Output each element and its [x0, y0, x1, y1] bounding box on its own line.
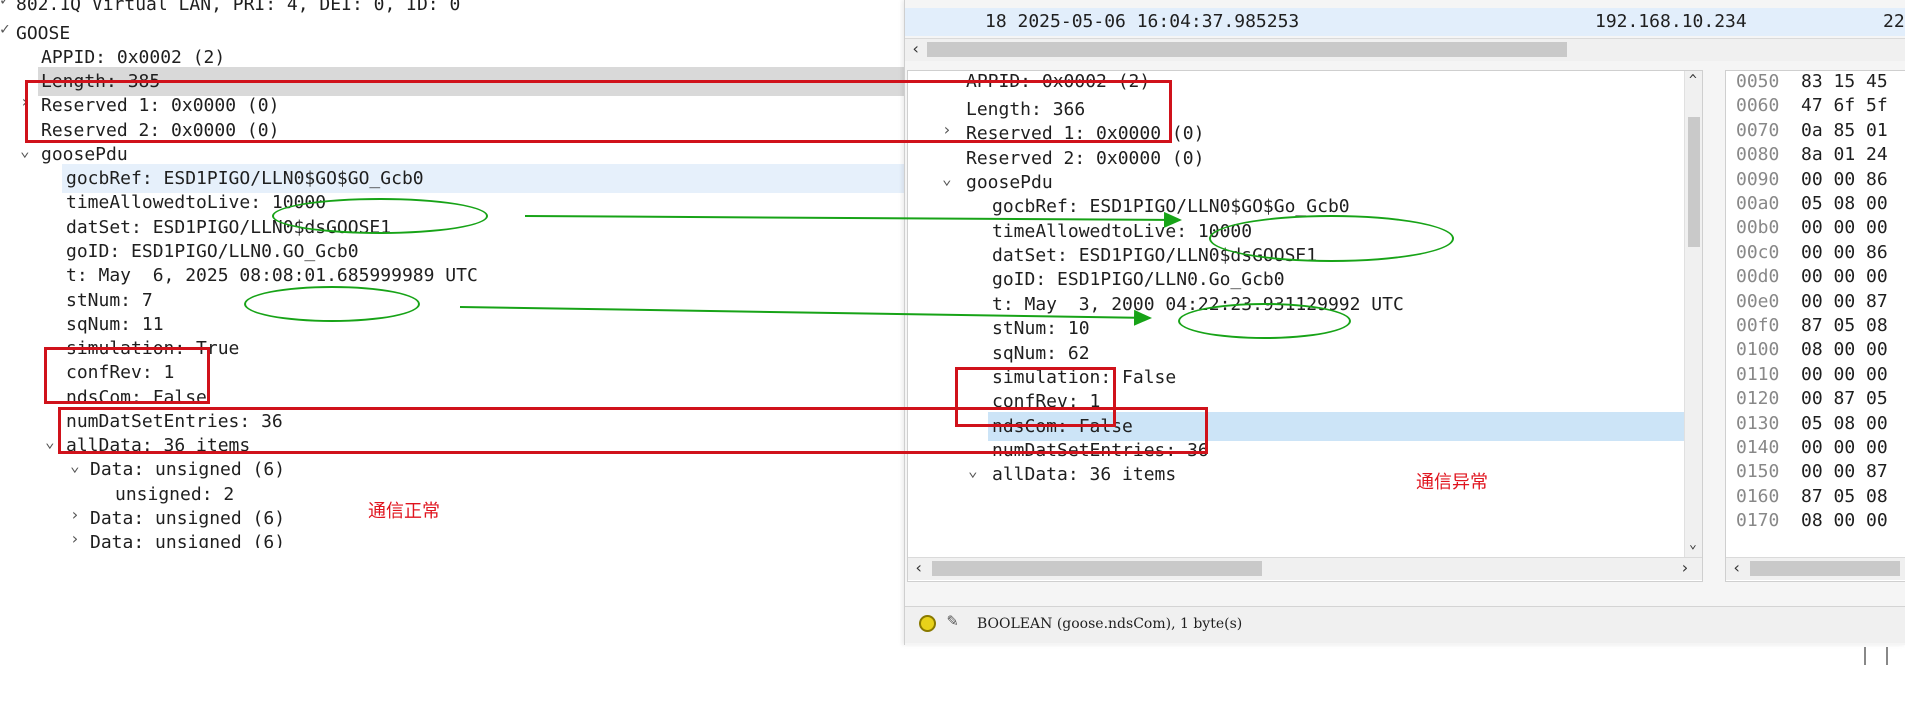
arrow-goid: [459, 306, 1152, 326]
arrow-gocbref: [524, 211, 1182, 228]
annotation-arrows: [459, 211, 1182, 326]
